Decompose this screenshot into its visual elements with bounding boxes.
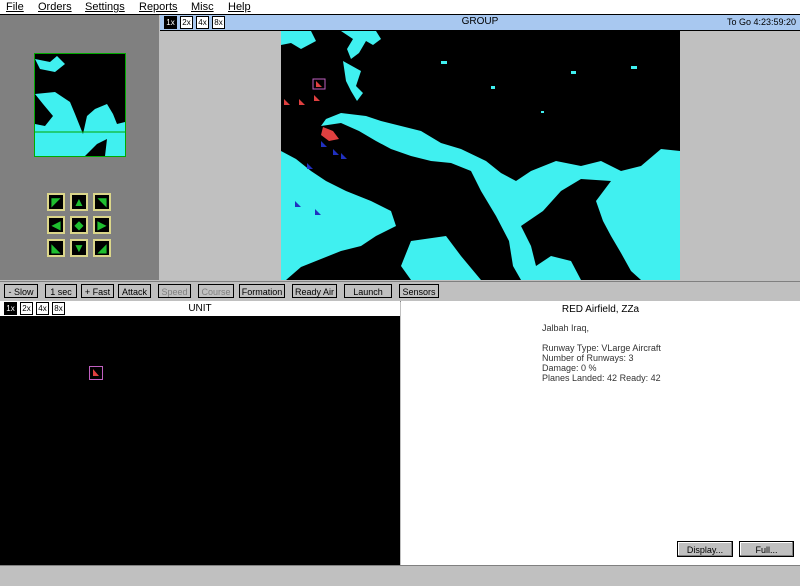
attack-button[interactable]: Attack [118, 284, 151, 298]
time-remaining-clock: To Go 4:23:59:20 [726, 17, 796, 27]
pan-up-right-icon[interactable]: ◥ [93, 193, 111, 211]
pan-down-left-icon[interactable]: ◣ [47, 239, 65, 257]
group-map-titlebar: 1x 2x 4x 8x GROUP To Go 4:23:59:20 [160, 15, 800, 31]
speed-readout: 1 sec [45, 284, 77, 298]
menu-orders[interactable]: Orders [38, 0, 72, 14]
unit-location: Jalbah Iraq, [542, 323, 590, 333]
menu-settings[interactable]: Settings [85, 0, 125, 14]
menu-help[interactable]: Help [228, 0, 251, 14]
unit-info-title: RED Airfield, ZZa [561, 304, 640, 315]
pan-center-icon[interactable]: ◆ [70, 216, 88, 234]
unit-map-titlebar: 1x 2x 4x 8x UNIT [0, 301, 400, 317]
left-control-pane: ◤ ▲ ◥ ◀ ◆ ▶ ◣ ▼ ◢ [0, 15, 159, 280]
map-navigation-pad: ◤ ▲ ◥ ◀ ◆ ▶ ◣ ▼ ◢ [47, 193, 111, 257]
ready-air-button[interactable]: Ready Air [292, 284, 337, 298]
group-map-area [160, 31, 800, 281]
menu-reports[interactable]: Reports [139, 0, 178, 14]
unit-info-pane: RED Airfield, ZZa Jalbah Iraq, Runway Ty… [401, 301, 800, 565]
display-button[interactable]: Display... [677, 541, 733, 557]
full-button[interactable]: Full... [739, 541, 794, 557]
launch-button[interactable]: Launch [344, 284, 392, 298]
map-terrain-icon [281, 31, 680, 280]
runway-type: Runway Type: VLarge Aircraft [542, 343, 661, 353]
number-of-runways: Number of Runways: 3 [542, 353, 634, 363]
airfield-unit-icon[interactable] [89, 366, 103, 380]
overview-minimap[interactable] [34, 53, 126, 157]
formation-button[interactable]: Formation [239, 284, 285, 298]
menu-file[interactable]: File [6, 0, 24, 14]
course-button[interactable]: Course [198, 284, 234, 298]
speed-button[interactable]: Speed [158, 284, 191, 298]
status-bar [0, 565, 800, 586]
slow-button[interactable]: - Slow [4, 284, 38, 298]
pan-up-left-icon[interactable]: ◤ [47, 193, 65, 211]
pan-up-icon[interactable]: ▲ [70, 193, 88, 211]
pan-left-icon[interactable]: ◀ [47, 216, 65, 234]
unit-map-title: UNIT [188, 303, 212, 314]
menu-misc[interactable]: Misc [191, 0, 214, 14]
pan-down-icon[interactable]: ▼ [70, 239, 88, 257]
pan-down-right-icon[interactable]: ◢ [93, 239, 111, 257]
group-map-title: GROUP [461, 16, 499, 27]
minimap-land-icon [35, 54, 125, 156]
planes-readout: Planes Landed: 42 Ready: 42 [542, 373, 661, 383]
command-toolbar: - Slow 1 sec + Fast Attack Speed Course … [0, 281, 800, 302]
damage-readout: Damage: 0 % [542, 363, 597, 373]
fast-button[interactable]: + Fast [81, 284, 114, 298]
group-map-view[interactable] [281, 31, 680, 280]
sensors-button[interactable]: Sensors [399, 284, 439, 298]
pan-right-icon[interactable]: ▶ [93, 216, 111, 234]
unit-map-pane[interactable]: 1x 2x 4x 8x UNIT [0, 301, 400, 565]
menu-bar: File Orders Settings Reports Misc Help [0, 0, 800, 15]
